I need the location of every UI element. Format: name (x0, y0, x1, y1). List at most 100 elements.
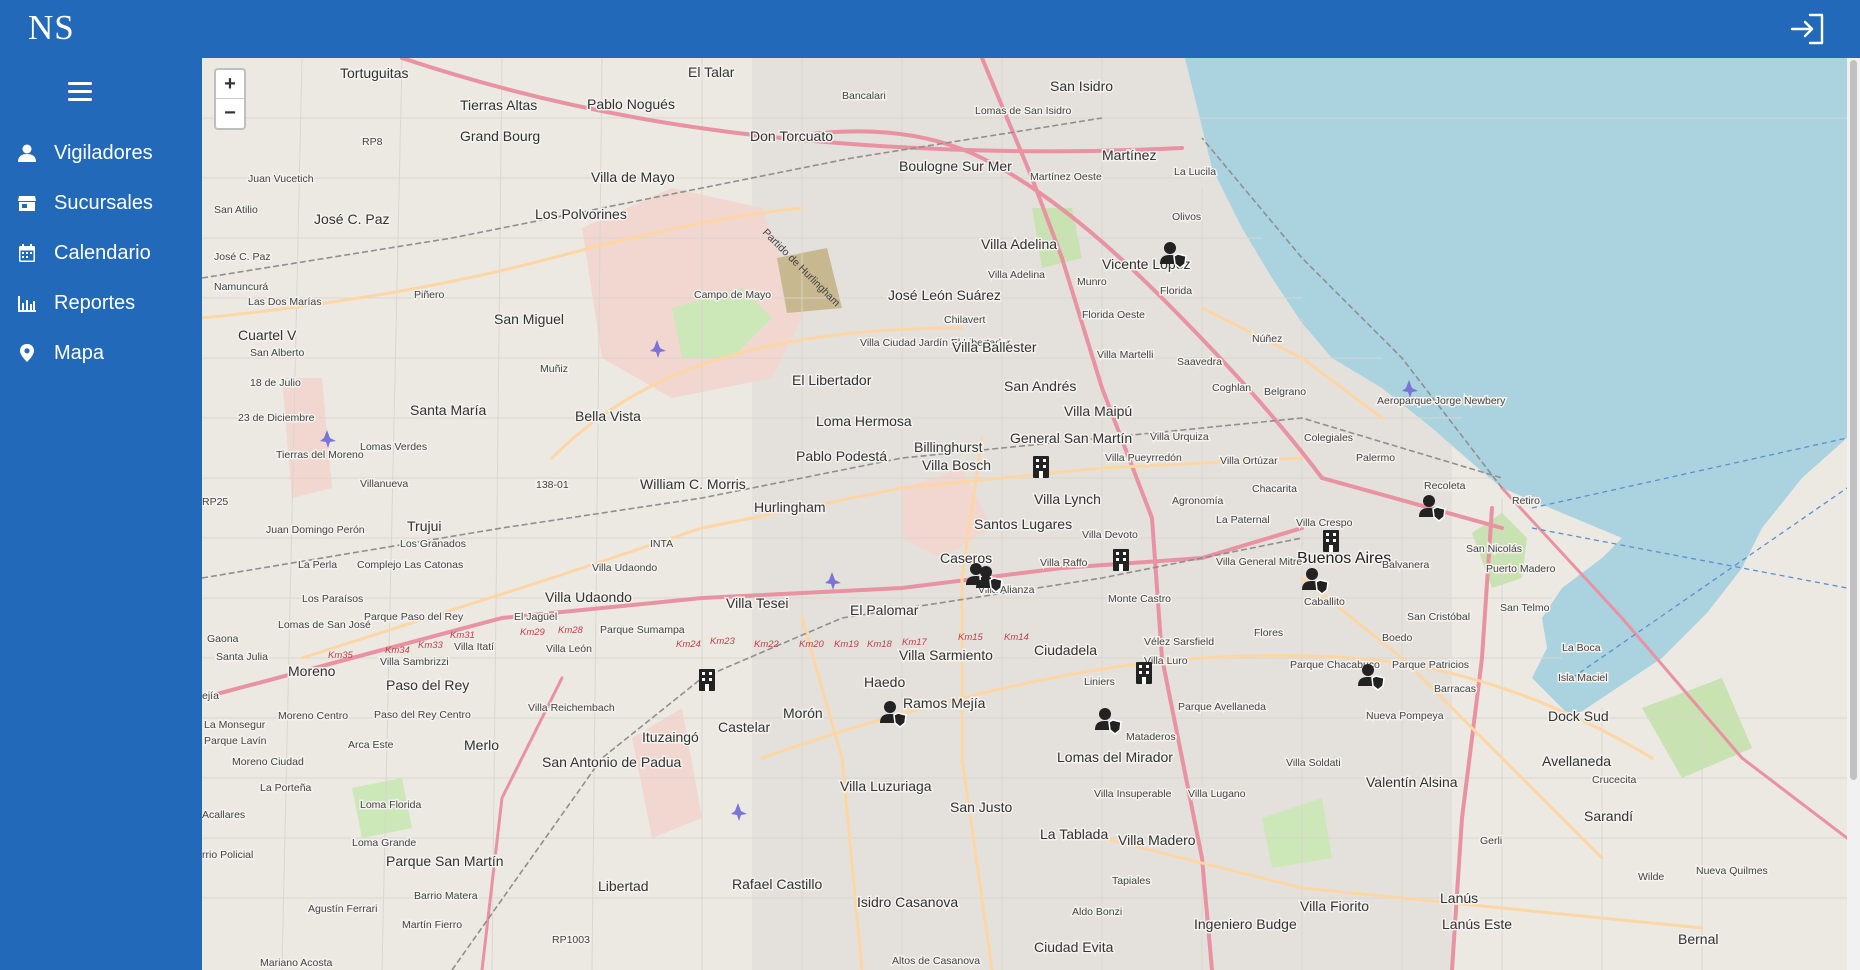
map-label: Loma Florida (360, 799, 421, 811)
page-scrollbar[interactable] (1847, 58, 1860, 970)
map-label: Parque Avellaneda (1178, 701, 1266, 713)
map-label: Villa Luzuriaga (840, 778, 932, 794)
map-label: RP1003 (552, 934, 590, 946)
map-label: Ituzaingó (642, 729, 699, 745)
map-label: Lanús (1440, 890, 1478, 906)
map-label: San Justo (950, 799, 1012, 815)
map-label: San Andrés (1004, 378, 1076, 394)
map-label: San Miguel (494, 311, 564, 327)
menu-icon[interactable] (68, 82, 92, 102)
map-label: San Cristóbal (1407, 611, 1470, 623)
map-label: Villa Madero (1118, 832, 1196, 848)
map-label: Tapiales (1112, 875, 1151, 887)
map-label: Crucecita (1592, 774, 1637, 786)
building-marker-icon[interactable] (699, 669, 715, 691)
map-label: Aeroparque Jorge Newbery (1377, 395, 1506, 407)
building-marker-icon[interactable] (1323, 530, 1339, 552)
km-label: Km23 (710, 636, 736, 647)
bar-chart-icon (16, 292, 38, 314)
building-marker-icon[interactable] (1113, 549, 1129, 571)
map-label: José C. Paz (314, 211, 389, 227)
map-label: Villa Soldati (1286, 757, 1341, 769)
map-label: Villa Lugano (1188, 788, 1246, 800)
store-icon (16, 192, 38, 214)
map-view[interactable]: Tortuguitas El Talar San Isidro Bancalar… (202, 58, 1847, 970)
map-label: Parque Patricios (1392, 659, 1469, 671)
km-label: Km18 (867, 639, 893, 650)
map-label: Santa María (410, 402, 486, 418)
km-label: Km15 (958, 632, 984, 643)
map-label: La Porteña (260, 782, 312, 794)
map-label: Ciudadela (1034, 642, 1097, 658)
sidebar-item-sucursales[interactable]: Sucursales (0, 178, 202, 228)
map-label: Chacarita (1252, 483, 1297, 495)
scrollbar-thumb[interactable] (1850, 60, 1857, 780)
map-label: Agronomía (1172, 495, 1224, 507)
map-label: Santa Julia (216, 651, 268, 663)
map-tiles[interactable]: Tortuguitas El Talar San Isidro Bancalar… (202, 58, 1847, 970)
map-label: Juan Domingo Perón (266, 524, 365, 536)
map-label: Caballito (1304, 596, 1345, 608)
map-label: Parque Paso del Rey (364, 611, 464, 623)
sidebar-item-label: Mapa (54, 341, 105, 364)
zoom-out-button[interactable]: − (216, 99, 244, 128)
map-label: Los Paraísos (302, 593, 363, 605)
map-label: Juan Vucetich (248, 173, 314, 185)
map-label: Flores (1254, 627, 1283, 639)
map-label: El Libertador (792, 372, 872, 388)
map-label: La Tablada (1040, 826, 1108, 842)
map-label: Los Granados (400, 538, 466, 550)
map-label: Campo de Mayo (694, 289, 771, 301)
map-label: William C. Morris (640, 476, 746, 492)
map-label: Namuncurá (214, 281, 268, 293)
map-label: La Perla (298, 559, 337, 571)
logout-icon[interactable] (1788, 9, 1828, 49)
building-marker-icon[interactable] (1136, 662, 1152, 684)
map-label: Villa Maipú (1064, 403, 1132, 419)
sidebar-item-reportes[interactable]: Reportes (0, 278, 202, 328)
sidebar-nav: Vigiladores Sucursales Calendario Report… (0, 128, 202, 378)
map-label: Villa Udaondo (545, 589, 632, 605)
map-label: San Isidro (1050, 78, 1113, 94)
km-label: Km34 (385, 645, 410, 656)
map-label: Wilde (1638, 871, 1664, 883)
zoom-in-button[interactable]: + (216, 70, 244, 99)
map-label: Ramos Mejía (903, 695, 986, 711)
sidebar-item-calendario[interactable]: Calendario (0, 228, 202, 278)
map-label: Mataderos (1126, 731, 1176, 743)
map-label: Lomas de San Isidro (975, 105, 1071, 117)
map-label: Balvanera (1382, 559, 1429, 571)
map-label: Florida (1160, 285, 1192, 297)
map-label: Merlo (464, 737, 499, 753)
sidebar-item-vigiladores[interactable]: Vigiladores (0, 128, 202, 178)
map-label: Las Dos Marías (248, 296, 322, 308)
calendar-icon (16, 242, 38, 264)
map-label: Avellaneda (1542, 753, 1611, 769)
map-label: José C. Paz (214, 251, 271, 263)
map-label: El Jagüel (514, 611, 557, 623)
map-label: Rafael Castillo (732, 876, 822, 892)
map-label: Barrio Matera (414, 890, 478, 902)
km-label: Km14 (1004, 632, 1029, 643)
map-label: Buenos Aires (1297, 550, 1391, 567)
map-label: Munro (1077, 276, 1107, 288)
map-label: Valentín Alsina (1366, 774, 1458, 790)
map-label: Parque Sumampa (600, 624, 685, 636)
map-label: RP8 (362, 136, 383, 148)
map-label: Boedo (1382, 632, 1413, 644)
map-label: Complejo Las Catonas (357, 559, 463, 571)
map-label: Villa León (546, 643, 592, 655)
building-marker-icon[interactable] (1033, 456, 1049, 478)
map-label: El Talar (688, 64, 735, 80)
map-label: Pablo Podestá (796, 448, 887, 464)
map-label: Saavedra (1177, 356, 1222, 368)
map-label: Nueva Quilmes (1696, 865, 1768, 877)
map-label: Villa Pueyrredón (1105, 452, 1182, 464)
map-label: Nueva Pompeya (1366, 710, 1444, 722)
map-label: Ciudad Evita (1034, 939, 1114, 955)
map-label: Villa Devoto (1082, 529, 1138, 541)
map-label: Villa General Mitre (1216, 556, 1302, 568)
top-bar: NS (0, 0, 1860, 58)
sidebar-item-mapa[interactable]: Mapa (0, 328, 202, 378)
sidebar-item-label: Calendario (54, 241, 151, 264)
